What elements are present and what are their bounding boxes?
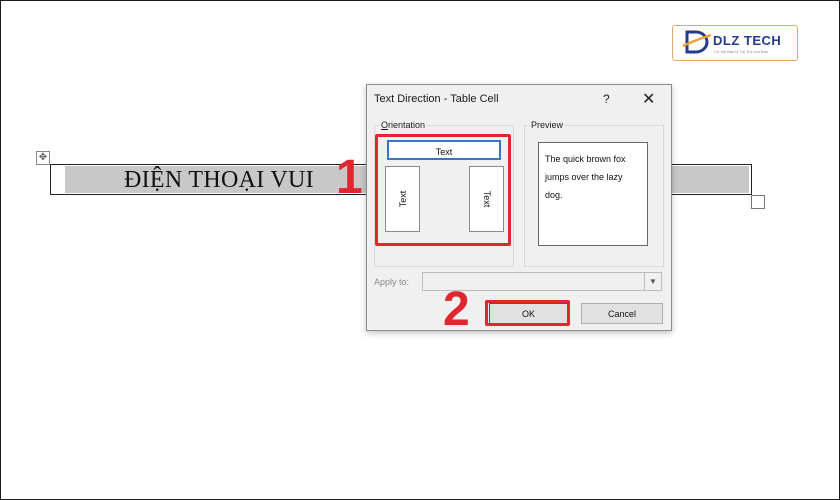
apply-to-label: Apply to: [374,277,410,287]
orientation-label: Orientation [379,120,428,130]
chevron-down-icon[interactable]: ▼ [644,273,661,290]
ok-highlight [485,300,570,326]
step-number-1: 1 [336,151,363,204]
orientation-highlight [375,134,511,246]
dialog-title: Text Direction - Table Cell [374,93,499,105]
move-handle-icon[interactable]: ✥ [36,151,50,165]
close-icon[interactable]: ✕ [642,89,655,109]
table-resize-handle[interactable] [751,195,765,209]
cancel-button[interactable]: Cancel [581,303,663,324]
preview-text: The quick brown fox jumps over the lazy … [538,142,648,246]
brand-logo: DLZ TECH Cơ hội Bạn là Tài Trợ cho Bạn [672,25,798,61]
step-number-2: 2 [443,283,470,336]
preview-label: Preview [529,120,566,130]
cell-text: ĐIỆN THOẠI VUI [124,167,314,193]
help-button[interactable]: ? [603,92,610,106]
logo-d-icon [682,30,712,54]
logo-tagline: Cơ hội Bạn là Tài Trợ cho Bạn [714,49,769,54]
logo-name: DLZ TECH [713,33,782,48]
